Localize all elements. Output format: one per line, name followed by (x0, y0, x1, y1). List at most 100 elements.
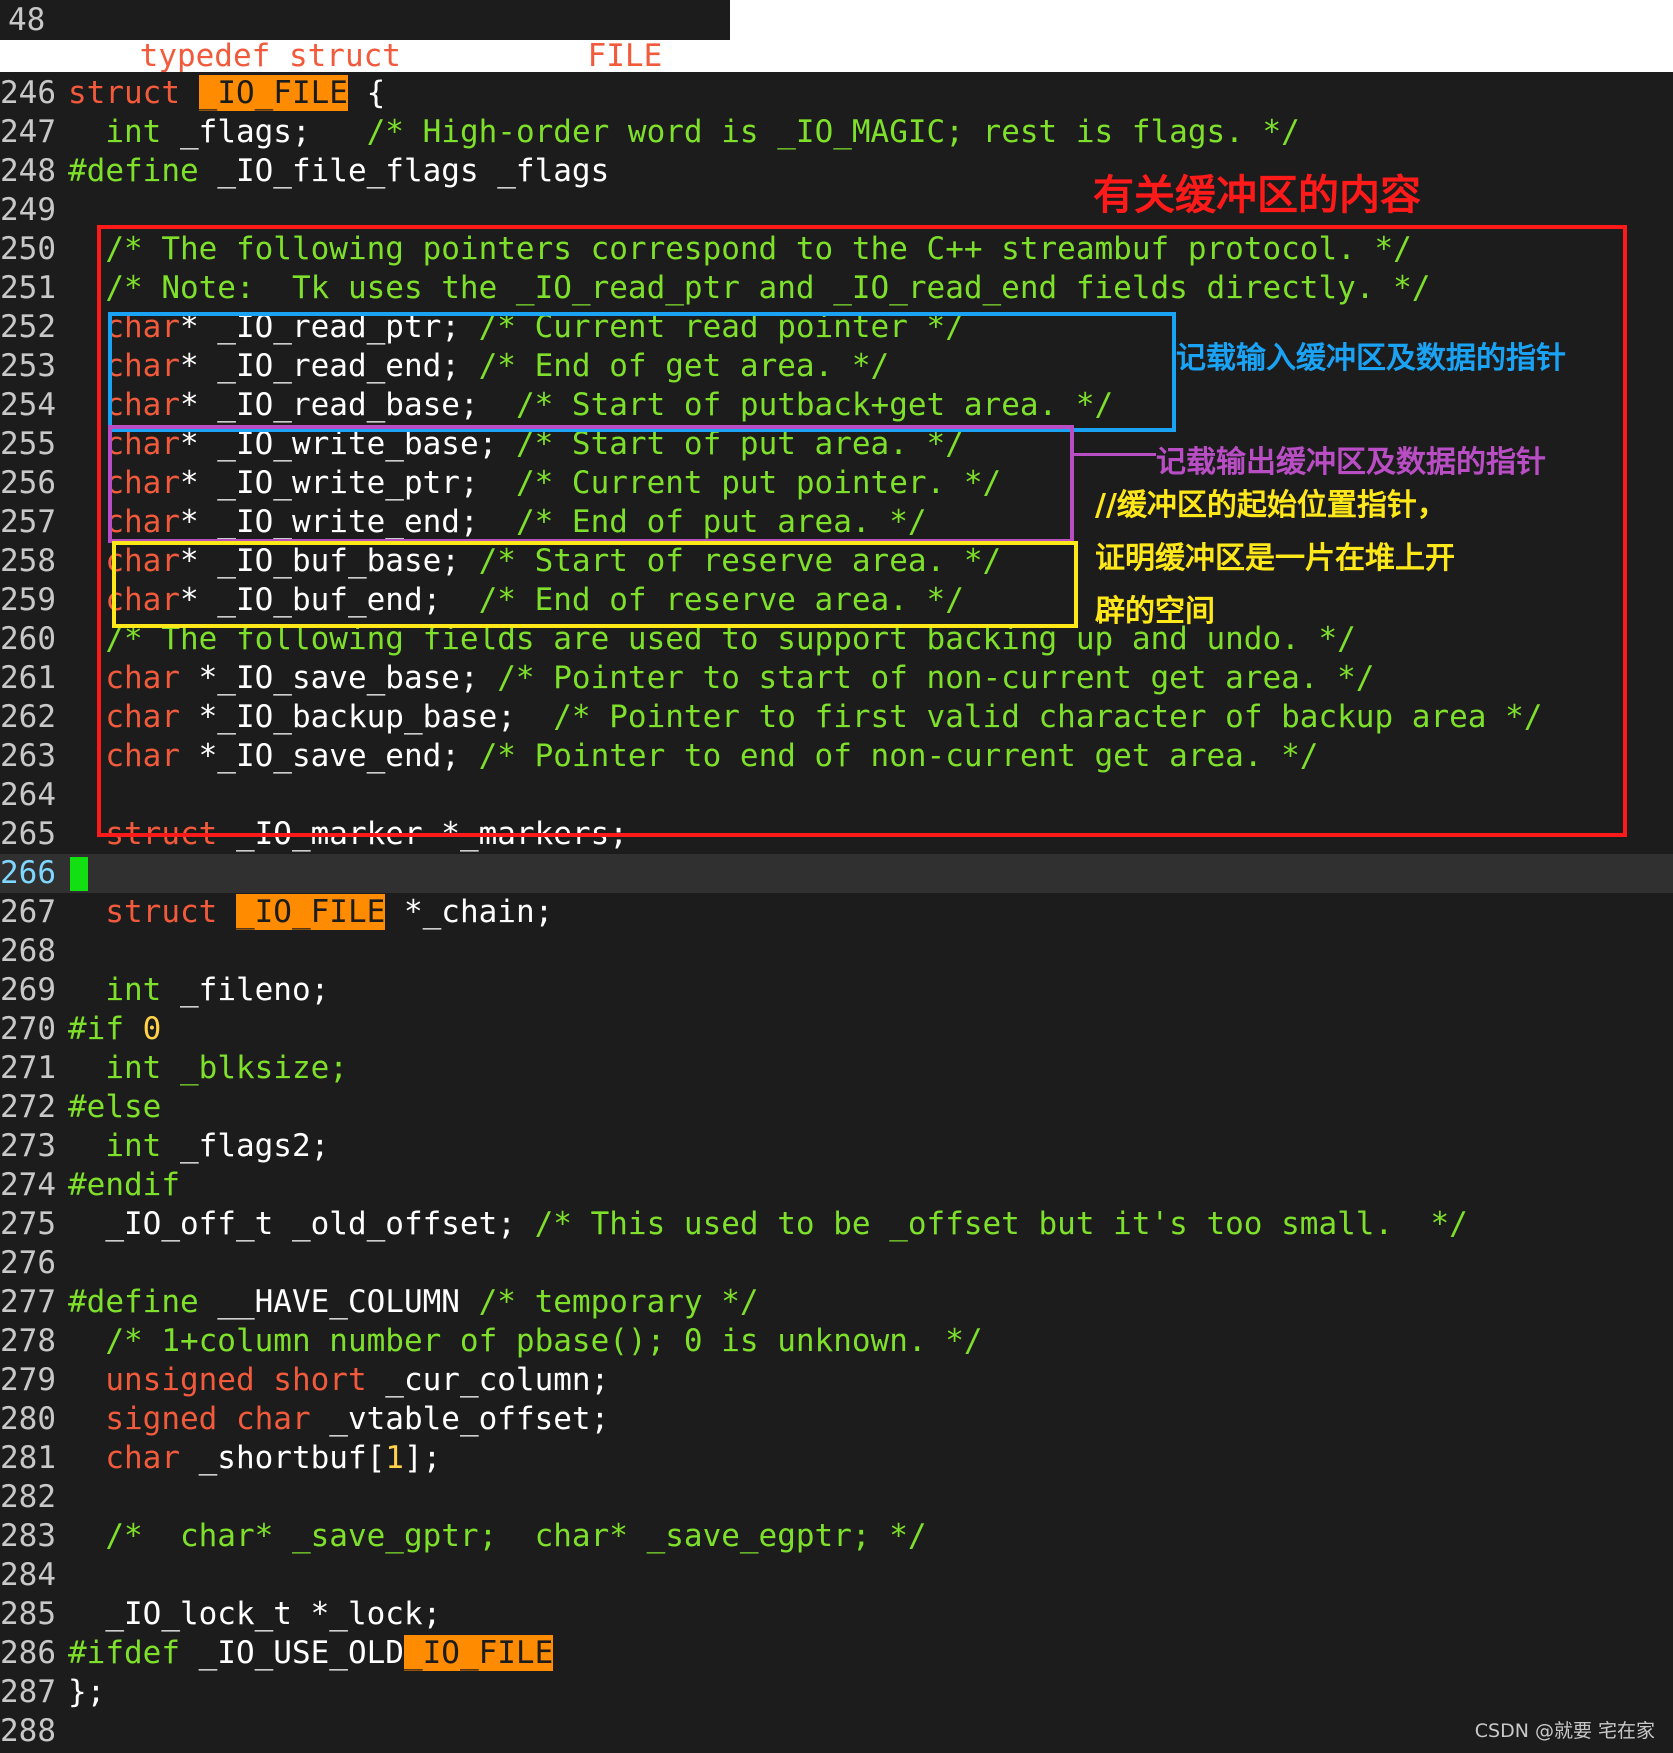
code-token: /* Pointer to end of non-current get are… (478, 738, 1319, 774)
code-line[interactable]: 270 #if 0 (0, 1010, 1673, 1049)
code-line[interactable]: 248 #define _IO_file_flags _flags (0, 152, 1673, 191)
code-token: /* 1+column number of pbase(); 0 is unkn… (105, 1323, 983, 1359)
line-number: 284 (0, 1557, 56, 1593)
line-number: 287 (0, 1674, 56, 1710)
code-line[interactable]: 271 int _blksize; (0, 1049, 1673, 1088)
code-token: /* Pointer to start of non-current get a… (497, 660, 1375, 696)
code-line[interactable]: 266 (0, 854, 1673, 893)
code-line[interactable]: 249 (0, 191, 1673, 230)
code-token: _IO_off_t _old_offset; (68, 1206, 535, 1242)
code-line[interactable]: 250 /* The following pointers correspond… (0, 230, 1673, 269)
code-line[interactable]: 276 (0, 1244, 1673, 1283)
line-number: 249 (0, 192, 56, 228)
line-number: 257 (0, 504, 56, 540)
code-token: /* Pointer to first valid character of b… (553, 699, 1543, 735)
code-token: * _IO_write_base; (179, 426, 516, 462)
code-token: char (105, 504, 180, 540)
code-editor[interactable]: 246 struct _IO_FILE {247 int _flags; /* H… (0, 72, 1673, 1753)
code-line[interactable]: 286 #ifdef _IO_USE_OLD_IO_FILE (0, 1634, 1673, 1673)
code-line[interactable]: 278 /* 1+column number of pbase(); 0 is … (0, 1322, 1673, 1361)
code-line[interactable]: 281 char _shortbuf[1]; (0, 1439, 1673, 1478)
code-token: * _IO_read_end; (179, 348, 479, 384)
code-line[interactable]: 264 (0, 776, 1673, 815)
code-line[interactable]: 280 signed char _vtable_offset; (0, 1400, 1673, 1439)
line-number: 251 (0, 270, 56, 306)
code-token: /* Current read pointer */ (478, 309, 964, 345)
code-line[interactable]: 275 _IO_off_t _old_offset; /* This used … (0, 1205, 1673, 1244)
code-line[interactable]: 254 char* _IO_read_base; /* Start of put… (0, 386, 1673, 425)
code-line[interactable]: 288 (0, 1712, 1673, 1751)
code-line[interactable]: 261 char *_IO_save_base; /* Pointer to s… (0, 659, 1673, 698)
code-line[interactable]: 273 int _flags2; (0, 1127, 1673, 1166)
line-number: 258 (0, 543, 56, 579)
code-token: signed char (105, 1401, 311, 1437)
code-line[interactable]: 274 #endif (0, 1166, 1673, 1205)
code-token: char (105, 465, 180, 501)
code-text: #else (68, 1088, 161, 1127)
code-line[interactable]: 247 int _flags; /* High-order word is _I… (0, 113, 1673, 152)
code-token: char (105, 348, 180, 384)
code-token: _IO_file_flags _flags (198, 153, 610, 189)
code-token: * _IO_buf_base; (179, 543, 479, 579)
code-token: char (105, 660, 180, 696)
code-line[interactable]: 272 #else (0, 1088, 1673, 1127)
line-number: 253 (0, 348, 56, 384)
code-line[interactable]: 265 struct _IO_marker *_markers; (0, 815, 1673, 854)
code-text: #define __HAVE_COLUMN /* temporary */ (68, 1283, 759, 1322)
code-line[interactable]: 259 char* _IO_buf_end; /* End of reserve… (0, 581, 1673, 620)
code-text: /* char* _save_gptr; char* _save_egptr; … (68, 1517, 926, 1556)
code-line[interactable]: 277 #define __HAVE_COLUMN /* temporary */ (0, 1283, 1673, 1322)
code-token: int (105, 1050, 162, 1086)
code-line[interactable]: 246 struct _IO_FILE { (0, 74, 1673, 113)
line-number: 264 (0, 777, 56, 813)
code-line[interactable]: 282 (0, 1478, 1673, 1517)
code-token: struct (105, 816, 218, 852)
code-token: /* High-order word is _IO_MAGIC; rest is… (366, 114, 1300, 150)
line-number: 250 (0, 231, 56, 267)
code-token: /* temporary */ (478, 1284, 759, 1320)
code-token: * _IO_write_ptr; (179, 465, 516, 501)
code-line[interactable]: 268 (0, 932, 1673, 971)
code-line[interactable]: 287}; (0, 1673, 1673, 1712)
line-number: 263 (0, 738, 56, 774)
line-number: 262 (0, 699, 56, 735)
code-line[interactable]: 267 struct _IO_FILE *_chain; (0, 893, 1673, 932)
line-number: 266 (0, 855, 56, 891)
code-token: struct (105, 894, 218, 930)
code-text: struct _IO_marker *_markers; (68, 815, 628, 854)
line-number: 267 (0, 894, 56, 930)
code-line[interactable]: 251 /* Note: Tk uses the _IO_read_ptr an… (0, 269, 1673, 308)
write-note: 记载输出缓冲区及数据的指针 (1156, 445, 1546, 480)
line-number: 256 (0, 465, 56, 501)
code-line[interactable]: 285 _IO_lock_t *_lock; (0, 1595, 1673, 1634)
code-line[interactable]: 269 int _fileno; (0, 971, 1673, 1010)
code-token: char (105, 543, 180, 579)
code-token: _flags; (161, 114, 367, 150)
code-token: /* Start of reserve area. */ (478, 543, 1002, 579)
buf-note-line-3: 辟的空间 (1095, 594, 1215, 629)
code-line[interactable]: 262 char *_IO_backup_base; /* Pointer to… (0, 698, 1673, 737)
code-line[interactable]: 284 (0, 1556, 1673, 1595)
line-number: 255 (0, 426, 56, 462)
code-line[interactable]: 283 /* char* _save_gptr; char* _save_egp… (0, 1517, 1673, 1556)
code-line[interactable]: 279 unsigned short _cur_column; (0, 1361, 1673, 1400)
code-token: 0 (142, 1011, 162, 1047)
code-token: struct (68, 75, 180, 111)
code-text: }; (68, 1673, 105, 1712)
line-number: 247 (0, 114, 56, 150)
code-token: *_IO_save_end; (179, 738, 479, 774)
code-line[interactable]: 263 char *_IO_save_end; /* Pointer to en… (0, 737, 1673, 776)
code-token: _cur_column; (366, 1362, 610, 1398)
code-token: /* This used to be _offset but it's too … (534, 1206, 1468, 1242)
code-line[interactable]: 260 /* The following fields are used to … (0, 620, 1673, 659)
